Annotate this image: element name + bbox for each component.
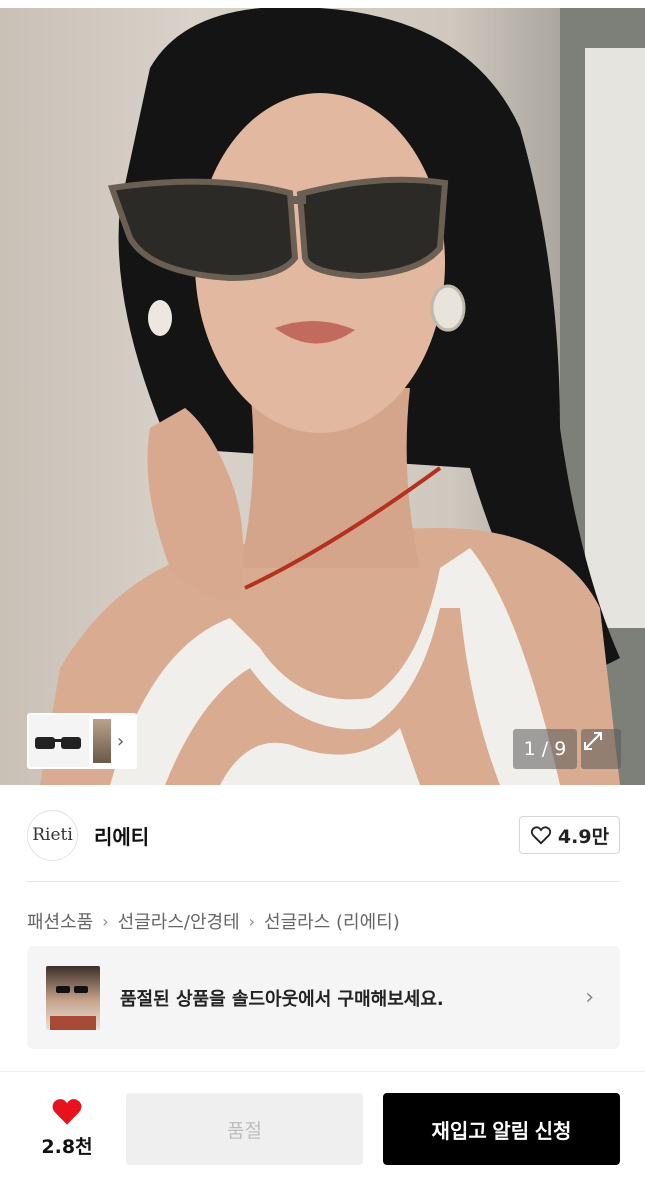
breadcrumb-item[interactable]: 선글라스/안경테	[118, 908, 240, 934]
soldout-banner-image	[46, 965, 100, 1030]
soldout-banner-text: 품절된 상품을 솔드아웃에서 구매해보세요.	[120, 988, 444, 1010]
thumbnail-strip[interactable]: ›	[27, 713, 137, 769]
image-counter: 1 / 9	[513, 729, 577, 769]
heart-filled-icon	[52, 1099, 82, 1125]
brand-like-count: 4.9만	[557, 825, 610, 848]
brand-name[interactable]: 리에티	[94, 821, 149, 850]
brand-like-button[interactable]: 4.9만	[519, 816, 620, 854]
heart-outline-icon	[530, 826, 552, 845]
chevron-right-icon: ›	[102, 911, 109, 931]
thumbnail-sunglasses[interactable]	[29, 715, 89, 767]
chevron-right-icon: ›	[585, 985, 594, 1010]
breadcrumb-item[interactable]: 선글라스 (리에티)	[264, 908, 400, 934]
thumbnail-model[interactable]	[93, 719, 111, 763]
expand-icon[interactable]	[581, 729, 621, 769]
product-image-gallery[interactable]: › 1 / 9	[0, 8, 645, 785]
breadcrumb-item[interactable]: 패션소품	[27, 908, 93, 934]
wish-button[interactable]: 2.8천	[34, 1096, 100, 1159]
brand-logo[interactable]: Rieti	[27, 809, 78, 861]
chevron-right-icon: ›	[248, 911, 256, 931]
section-divider	[0, 1071, 645, 1072]
restock-alert-button[interactable]: 재입고 알림 신청	[383, 1093, 620, 1165]
brand-row[interactable]: Rieti 리에티 4.9만	[27, 808, 620, 862]
wish-count: 2.8천	[41, 1136, 93, 1158]
product-photo	[40, 8, 645, 785]
breadcrumb: 패션소품 › 선글라스/안경테 › 선글라스 (리에티)	[27, 908, 400, 934]
divider	[27, 881, 620, 882]
soldout-banner[interactable]: 품절된 상품을 솔드아웃에서 구매해보세요. ›	[27, 946, 620, 1049]
soldout-button[interactable]: 품절	[126, 1093, 363, 1165]
chevron-right-icon[interactable]: ›	[117, 731, 124, 752]
